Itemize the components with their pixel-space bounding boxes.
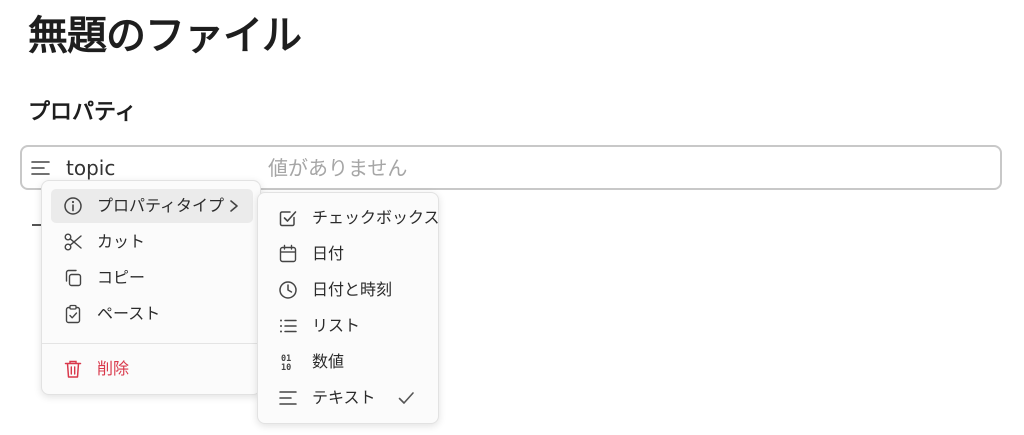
text-lines-icon[interactable]: [30, 158, 52, 178]
menu-item-property-type[interactable]: プロパティタイプ: [51, 189, 253, 223]
page-title[interactable]: 無題のファイル: [28, 8, 302, 64]
checkmark-icon: [397, 389, 415, 407]
menu-item-delete[interactable]: 削除: [51, 352, 253, 386]
menu-item-label: カット: [97, 232, 146, 251]
menu-item-label: プロパティタイプ: [97, 196, 225, 215]
property-context-menu: プロパティタイプ カット コピー ペースト 削除: [41, 180, 261, 395]
type-option-label: 日付: [312, 244, 345, 263]
clock-icon: [278, 280, 298, 300]
type-option-label: 数値: [312, 352, 345, 371]
menu-item-cut[interactable]: カット: [51, 225, 253, 259]
scissors-icon: [63, 232, 83, 252]
property-key-input[interactable]: topic: [66, 155, 115, 181]
type-option-label: テキスト: [312, 388, 376, 407]
type-option-checkbox[interactable]: チェックボックス: [267, 201, 440, 235]
menu-item-label: 削除: [97, 359, 130, 378]
properties-heading[interactable]: プロパティ: [28, 98, 137, 128]
number-icon: 01 10: [278, 352, 298, 372]
type-option-label: 日付と時刻: [312, 280, 393, 299]
menu-item-copy[interactable]: コピー: [51, 261, 253, 295]
chevron-right-icon: [227, 198, 241, 214]
menu-item-label: ペースト: [97, 304, 161, 323]
text-lines-icon: [278, 388, 298, 408]
copy-icon: [63, 268, 83, 288]
calendar-icon: [278, 244, 298, 264]
clipboard-icon: [63, 304, 83, 324]
property-type-submenu: チェックボックス 日付 日付と時刻 リスト 01 10 数値 テキスト: [257, 192, 440, 424]
type-option-label: チェックボックス: [312, 208, 440, 227]
page: 無題のファイル プロパティ topic 値がありません プロパティタイプ カット…: [0, 0, 1024, 435]
type-option-date[interactable]: 日付: [267, 237, 431, 271]
type-option-label: リスト: [312, 316, 361, 335]
type-option-number[interactable]: 01 10 数値: [267, 345, 431, 379]
menu-item-label: コピー: [97, 268, 146, 287]
type-option-datetime[interactable]: 日付と時刻: [267, 273, 431, 307]
type-option-list[interactable]: リスト: [267, 309, 431, 343]
checkbox-icon: [278, 208, 298, 228]
menu-divider: [42, 343, 260, 344]
type-option-text[interactable]: テキスト: [267, 381, 431, 415]
menu-item-paste[interactable]: ペースト: [51, 297, 253, 331]
svg-text:10: 10: [281, 363, 291, 372]
list-icon: [278, 316, 298, 336]
trash-icon: [63, 359, 83, 379]
info-icon: [63, 196, 83, 216]
property-value-input[interactable]: 値がありません: [268, 155, 407, 181]
